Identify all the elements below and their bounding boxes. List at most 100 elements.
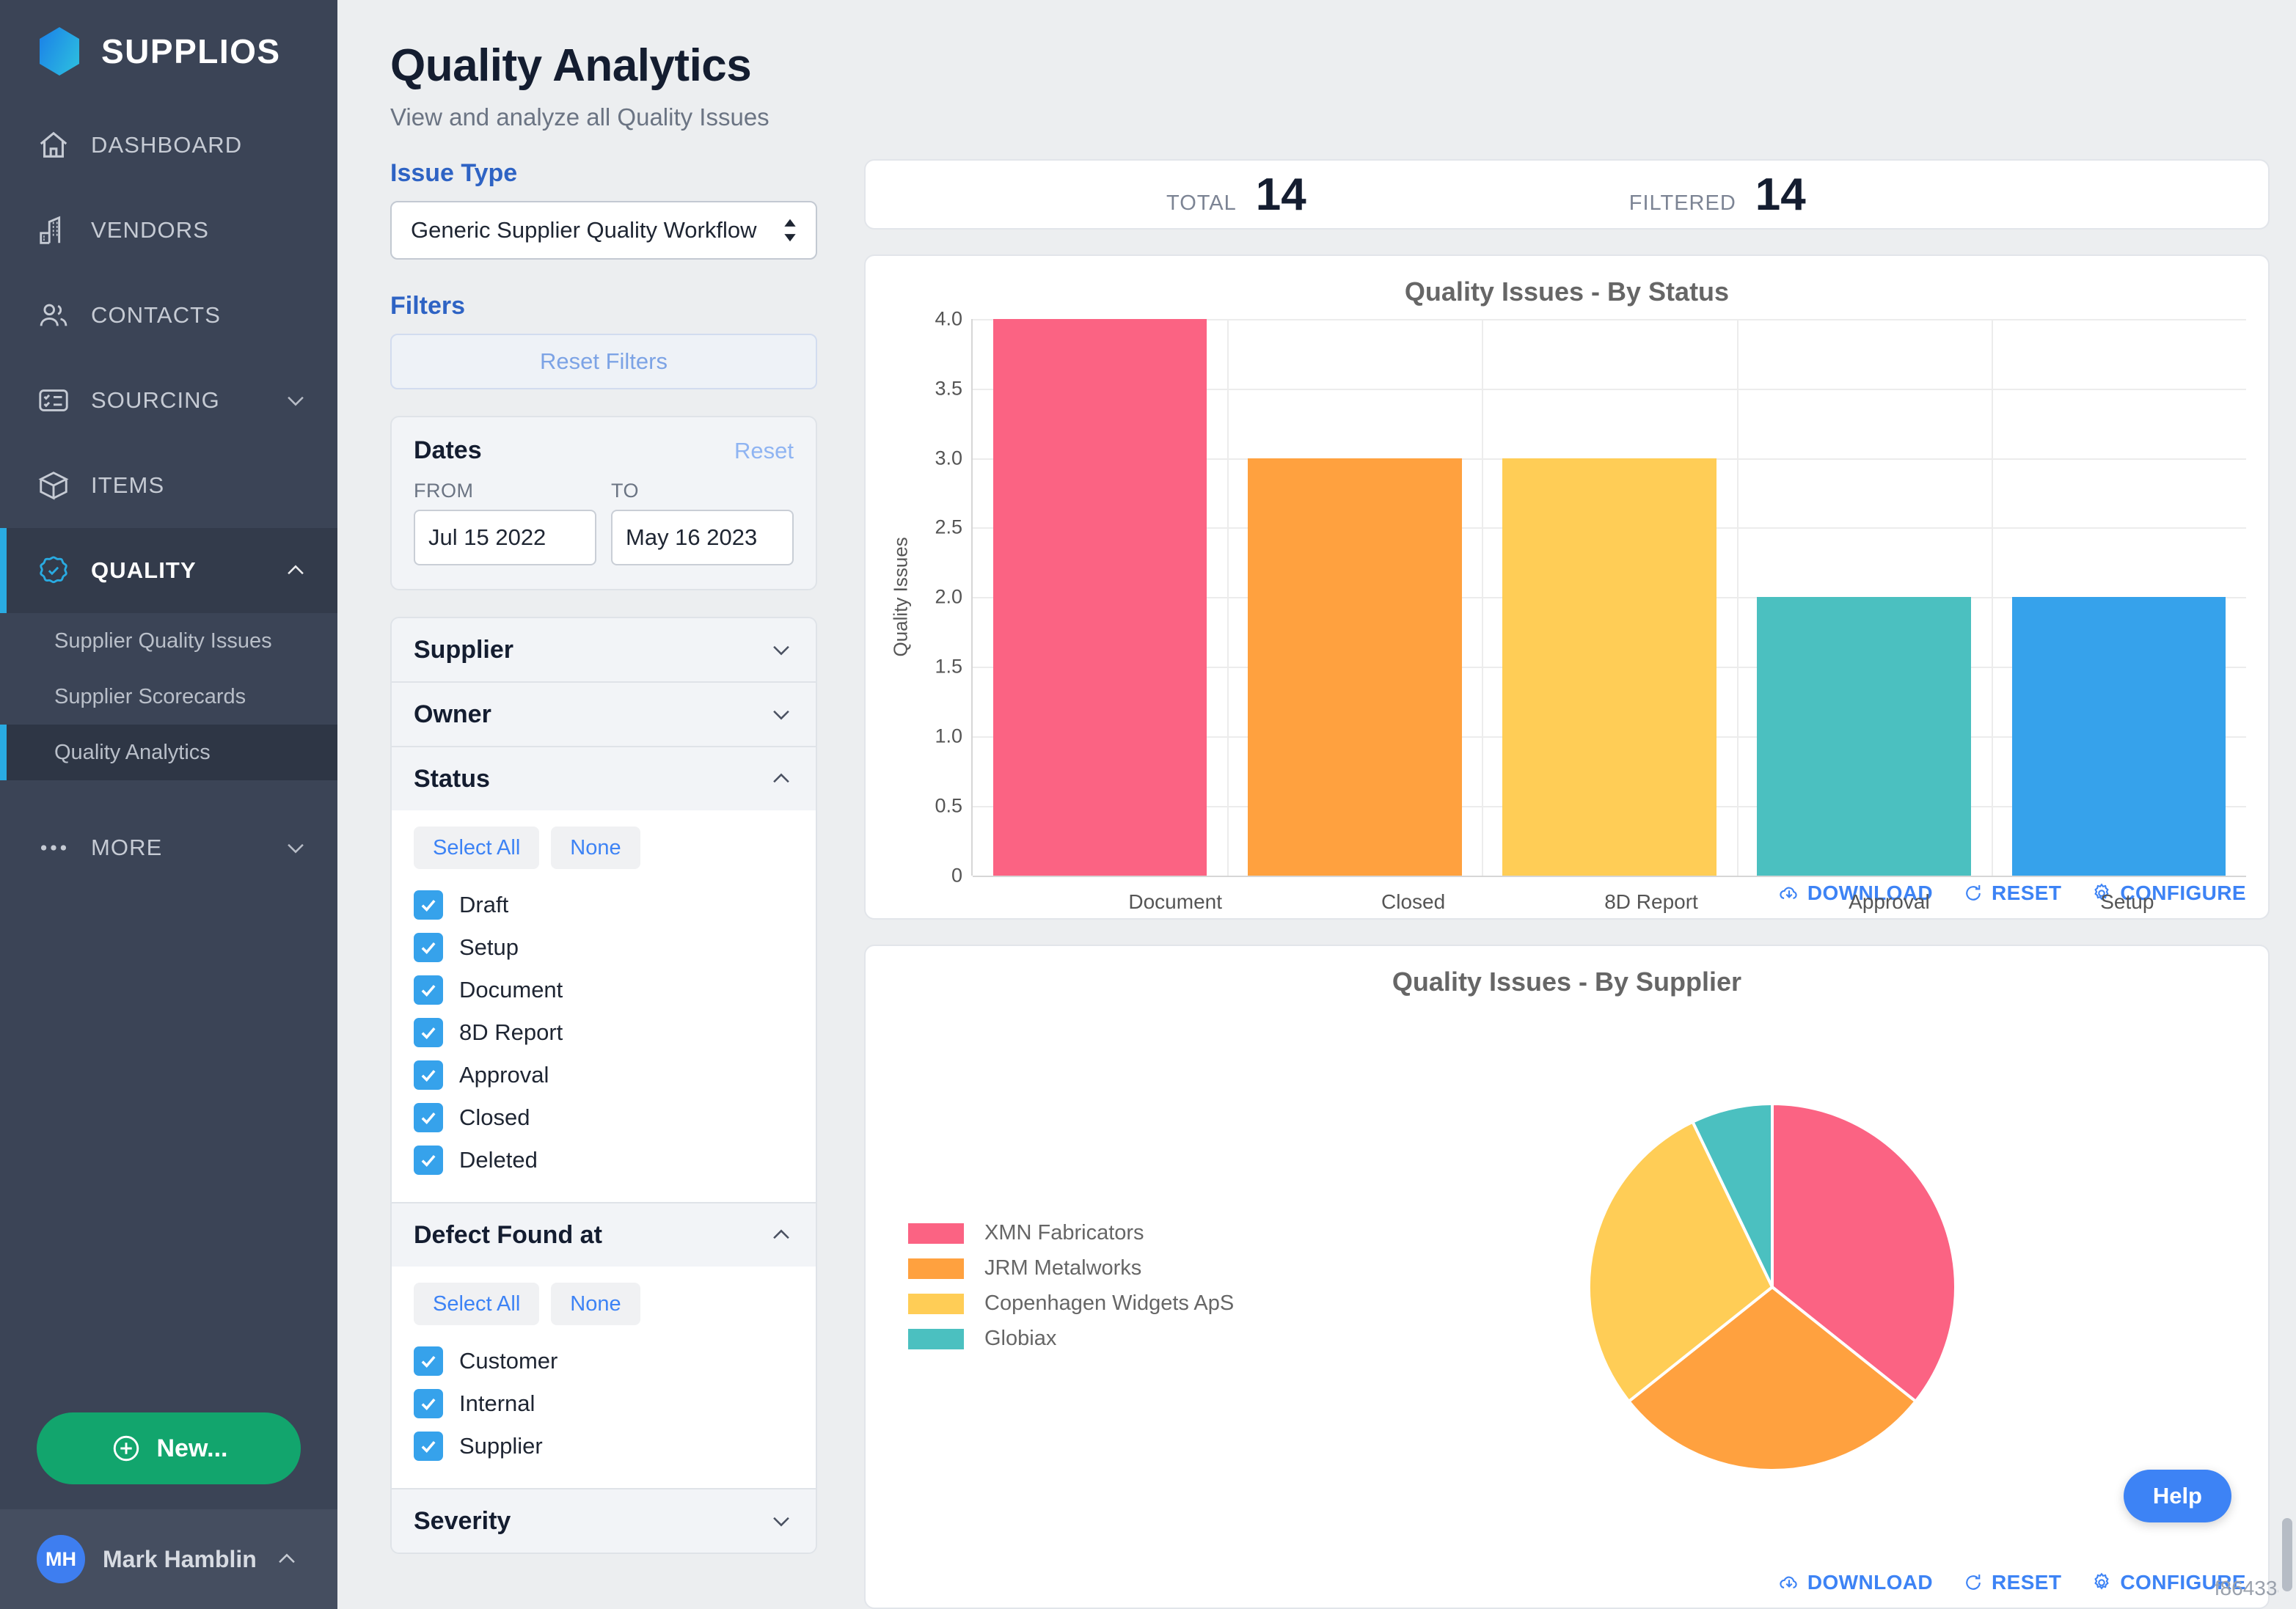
accordion-status-header[interactable]: Status	[392, 747, 816, 810]
legend-swatch	[908, 1293, 964, 1314]
sidebar-item-vendors[interactable]: VENDORS	[0, 188, 337, 273]
sidebar-item-items[interactable]: ITEMS	[0, 443, 337, 528]
chevron-up-icon	[279, 1553, 295, 1564]
accordion-supplier-header[interactable]: Supplier	[392, 618, 816, 681]
bar-chart-y-axis: 0 0.5 1.0 1.5 2.0 2.5 3.0 3.5 4.0	[914, 308, 971, 887]
status-bulk-actions: Select All None	[414, 827, 794, 869]
legend-label: Copenhagen Widgets ApS	[984, 1291, 1235, 1316]
plus-circle-icon	[113, 1435, 139, 1462]
bar-chart-title: Quality Issues - By Status	[1404, 276, 1730, 307]
checkbox-label: Document	[459, 977, 563, 1003]
legend-item[interactable]: Globiax	[908, 1322, 1298, 1356]
sidebar-item-dashboard[interactable]: DASHBOARD	[0, 103, 337, 188]
gridline-vertical	[1736, 319, 1739, 876]
status-checkbox-draft[interactable]: Draft	[414, 884, 794, 926]
sidebar-subitem-label: Quality Analytics	[54, 740, 211, 764]
defect-checkbox-supplier[interactable]: Supplier	[414, 1425, 794, 1467]
checkbox-checked-icon	[414, 1060, 443, 1090]
defect-bulk-actions: Select All None	[414, 1283, 794, 1325]
sidebar: SUPPLIOS DASHBOARD VENDORS CONTACTS SOUR…	[0, 0, 337, 1609]
checkbox-checked-icon	[414, 1389, 443, 1418]
content-row: Issue Type Generic Supplier Quality Work…	[390, 159, 2270, 1609]
checkbox-label: Approval	[459, 1062, 549, 1088]
pie-chart-reset-label: RESET	[1992, 1571, 2062, 1594]
sidebar-subitem-supplier-quality-issues[interactable]: Supplier Quality Issues	[0, 613, 337, 669]
defect-select-all-button[interactable]: Select All	[414, 1283, 540, 1325]
new-button[interactable]: New...	[37, 1412, 301, 1484]
dates-filter-card: Dates Reset FROM TO	[390, 416, 817, 590]
legend-swatch	[908, 1258, 964, 1279]
accordion-defect-found-at-body: Select All None Customer Internal Suppli…	[392, 1267, 816, 1488]
status-select-all-button[interactable]: Select All	[414, 827, 540, 869]
accordion-severity: Severity	[392, 1488, 816, 1553]
date-to-input[interactable]	[611, 510, 794, 565]
legend-swatch	[908, 1328, 964, 1349]
date-from-input[interactable]	[414, 510, 596, 565]
defect-checkbox-internal[interactable]: Internal	[414, 1382, 794, 1425]
status-checkbox-setup[interactable]: Setup	[414, 926, 794, 969]
stats-panel: TOTAL 14 FILTERED 14	[864, 159, 2270, 230]
accordion-owner-header[interactable]: Owner	[392, 683, 816, 746]
status-checkbox-8d-report[interactable]: 8D Report	[414, 1011, 794, 1054]
help-button[interactable]: Help	[2123, 1470, 2231, 1522]
x-tick-label: Approval	[1849, 890, 1930, 913]
gridline-vertical	[1991, 319, 1993, 876]
gridline-vertical	[1482, 319, 1484, 876]
bar[interactable]	[992, 319, 1207, 876]
ellipsis-icon	[37, 831, 70, 865]
sidebar-item-quality[interactable]: QUALITY	[0, 528, 337, 613]
dates-reset-link[interactable]: Reset	[734, 438, 794, 464]
status-checkbox-approval[interactable]: Approval	[414, 1054, 794, 1096]
pie-chart-download-button[interactable]: DOWNLOAD	[1778, 1571, 1933, 1594]
bar[interactable]	[1757, 597, 1972, 876]
bar[interactable]	[1502, 458, 1716, 876]
sidebar-subitem-supplier-scorecards[interactable]: Supplier Scorecards	[0, 669, 337, 725]
sidebar-item-label: SOURCING	[91, 387, 220, 413]
date-to-field: TO	[611, 480, 794, 565]
sidebar-subitem-quality-analytics[interactable]: Quality Analytics	[0, 725, 337, 780]
accordion-status: Status Select All None Draft Setup Docum…	[392, 746, 816, 1202]
bar[interactable]	[2011, 597, 2226, 876]
sidebar-item-more[interactable]: MORE	[0, 805, 337, 890]
brand-logo[interactable]: SUPPLIOS	[0, 0, 337, 103]
page-title: Quality Analytics	[390, 40, 752, 91]
page-scrollbar[interactable]	[2278, 0, 2296, 1609]
chevron-down-icon	[773, 710, 789, 720]
accordion-severity-header[interactable]: Severity	[392, 1489, 816, 1553]
accordion-defect-found-at-header[interactable]: Defect Found at	[392, 1203, 816, 1267]
page-subtitle: View and analyze all Quality Issues	[390, 103, 769, 131]
legend-item[interactable]: XMN Fabricators	[908, 1217, 1298, 1250]
list-check-icon	[37, 384, 70, 417]
checkbox-checked-icon	[414, 975, 443, 1005]
scrollbar-thumb[interactable]	[2282, 1518, 2292, 1591]
accordion-title: Supplier	[414, 635, 514, 664]
y-tick-label: 2.5	[935, 516, 962, 538]
bar[interactable]	[1247, 458, 1462, 876]
sidebar-item-sourcing[interactable]: SOURCING	[0, 358, 337, 443]
pie-chart-reset-button[interactable]: RESET	[1962, 1571, 2061, 1594]
defect-checkbox-customer[interactable]: Customer	[414, 1340, 794, 1382]
sidebar-item-contacts[interactable]: CONTACTS	[0, 273, 337, 358]
accordion-title: Severity	[414, 1506, 511, 1535]
x-tick-label: Setup	[2100, 890, 2154, 913]
status-checkbox-deleted[interactable]: Deleted	[414, 1139, 794, 1181]
gridline-vertical	[1227, 319, 1229, 876]
new-button-container: New...	[0, 1412, 337, 1509]
legend-item[interactable]: Copenhagen Widgets ApS	[908, 1287, 1298, 1321]
filters-label: Filters	[390, 292, 466, 320]
date-from-caption: FROM	[414, 480, 474, 502]
status-checkbox-closed[interactable]: Closed	[414, 1096, 794, 1139]
status-none-button[interactable]: None	[551, 827, 640, 869]
issue-type-select[interactable]: Generic Supplier Quality Workflow	[390, 201, 817, 260]
pie-chart-actions: DOWNLOAD RESET CONFIGURE	[888, 1565, 2246, 1594]
accordion-owner: Owner	[392, 681, 816, 746]
legend-item[interactable]: JRM Metalworks	[908, 1252, 1298, 1286]
user-menu[interactable]: MH Mark Hamblin	[0, 1509, 337, 1609]
defect-none-button[interactable]: None	[551, 1283, 640, 1325]
app-root: SUPPLIOS DASHBOARD VENDORS CONTACTS SOUR…	[0, 0, 2296, 1609]
reset-filters-button[interactable]: Reset Filters	[390, 334, 817, 389]
status-checkbox-document[interactable]: Document	[414, 969, 794, 1011]
sidebar-item-label: DASHBOARD	[91, 132, 243, 158]
supplios-hex-icon	[40, 27, 79, 76]
